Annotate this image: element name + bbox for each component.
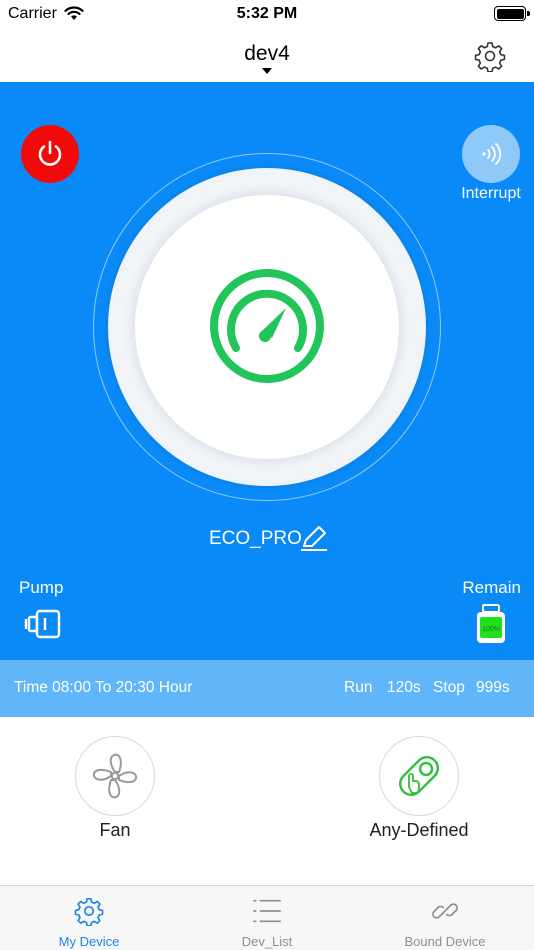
action-panel: Fan Any-Defined bbox=[0, 717, 534, 885]
any-defined-button[interactable] bbox=[379, 736, 459, 816]
tab-bar: My Device Dev_List Bound Device bbox=[0, 885, 534, 950]
interrupt-label: Interrupt bbox=[461, 185, 521, 202]
fan-button[interactable] bbox=[75, 736, 155, 816]
stop-value: 999s bbox=[476, 679, 510, 696]
nav-bar: dev4 bbox=[0, 30, 534, 82]
any-defined-label: Any-Defined bbox=[369, 820, 469, 840]
gear-icon[interactable] bbox=[474, 40, 506, 72]
stop-label: Stop bbox=[433, 679, 465, 696]
mode-name: ECO_PRO bbox=[209, 528, 302, 549]
link-icon bbox=[432, 903, 458, 919]
schedule-bar[interactable]: Time 08:00 To 20:30 Hour Run 120s Stop 9… bbox=[0, 660, 534, 717]
remain-label: Remain bbox=[462, 578, 521, 597]
main-panel: Interrupt ECO_PRO Pump Remain 100% bbox=[0, 82, 534, 660]
pump-icon[interactable] bbox=[24, 608, 62, 640]
tab-label-bound-device: Bound Device bbox=[404, 934, 486, 949]
remain-level: 100% bbox=[482, 626, 500, 633]
tab-label-dev-list: Dev_List bbox=[241, 934, 293, 949]
tab-bound-device[interactable]: Bound Device bbox=[356, 886, 534, 950]
custom-switch-icon bbox=[399, 756, 439, 796]
tab-dev-list[interactable]: Dev_List bbox=[178, 886, 356, 950]
fan-label: Fan bbox=[99, 820, 131, 840]
run-label: Run bbox=[344, 679, 373, 696]
tab-my-device[interactable]: My Device bbox=[0, 886, 178, 950]
schedule-time: Time 08:00 To 20:30 Hour bbox=[14, 679, 193, 696]
pump-label: Pump bbox=[19, 578, 64, 597]
pencil-icon[interactable] bbox=[300, 524, 328, 552]
signal-waves-icon bbox=[482, 143, 502, 165]
gear-icon bbox=[74, 897, 104, 926]
status-time: 5:32 PM bbox=[236, 5, 298, 22]
battery-icon bbox=[494, 6, 530, 21]
power-icon bbox=[38, 140, 62, 166]
tab-label-my-device: My Device bbox=[58, 934, 120, 949]
status-bar: Carrier 5:32 PM bbox=[0, 0, 534, 30]
list-icon bbox=[253, 899, 281, 923]
device-title[interactable]: dev4 bbox=[0, 42, 534, 66]
speedometer-icon bbox=[210, 269, 324, 383]
power-button[interactable] bbox=[21, 125, 79, 183]
fan-icon bbox=[92, 753, 138, 799]
interrupt-button[interactable] bbox=[462, 125, 520, 183]
run-value: 120s bbox=[387, 679, 421, 696]
caret-down-icon[interactable] bbox=[262, 68, 272, 74]
bottle-level-icon: 100% bbox=[477, 604, 505, 643]
